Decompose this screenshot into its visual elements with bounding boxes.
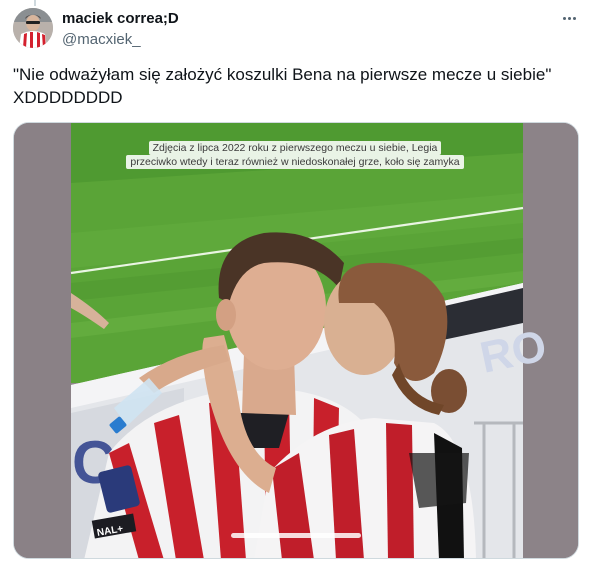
avatar[interactable] — [13, 8, 53, 48]
author-info: maciek correa;D @macxiek_ — [62, 10, 179, 50]
photo-caption-text: Zdjęcia z lipca 2022 roku z pierwszego m… — [126, 141, 464, 169]
tweet-text: "Nie odważyłam się założyć koszulki Bena… — [13, 65, 552, 107]
photo-image: RO C NAL+ — [14, 123, 578, 558]
thread-line — [34, 0, 36, 6]
photo-caption: Zdjęcia z lipca 2022 roku z pierwszego m… — [126, 141, 464, 169]
avatar-image — [13, 8, 53, 48]
more-options-icon[interactable] — [558, 8, 580, 28]
author-display-name[interactable]: maciek correa;D — [62, 10, 179, 28]
tweet-photo[interactable]: RO C NAL+ — [13, 122, 579, 559]
author-handle[interactable]: @macxiek_ — [62, 30, 179, 50]
tweet[interactable]: maciek correa;D @macxiek_ "Nie odważyłam… — [0, 0, 594, 563]
